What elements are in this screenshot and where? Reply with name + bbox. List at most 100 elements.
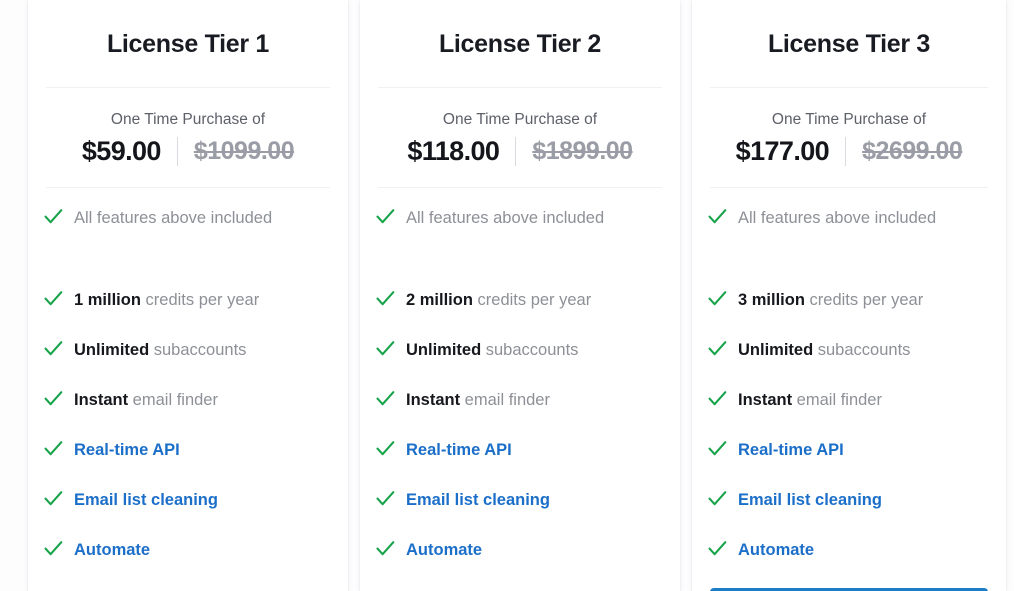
list-item[interactable]: Email list cleaning: [708, 488, 990, 538]
pricing-card: License Tier 2 One Time Purchase of $118.0…: [360, 0, 680, 591]
feature-rest: subaccounts: [149, 340, 247, 359]
list-item: Unlimited subaccounts: [44, 338, 332, 388]
check-icon: [708, 288, 734, 307]
check-icon: [44, 388, 70, 407]
feature-label[interactable]: Email list cleaning: [734, 488, 882, 513]
page-title: License Tier 1: [106, 30, 270, 58]
check-icon: [44, 488, 70, 507]
check-icon: [44, 288, 70, 307]
feature-rest: credits per year: [472, 290, 592, 309]
list-item[interactable]: Automate: [44, 538, 332, 588]
feature-label: Unlimited subaccounts: [70, 338, 246, 363]
feature-rest: Real-time API: [74, 440, 180, 459]
feature-label: 1 million credits per year: [70, 288, 259, 313]
list-item[interactable]: Real-time API: [708, 438, 990, 488]
feature-label[interactable]: Email list cleaning: [402, 488, 550, 513]
pricing-card: License Tier 1 One Time Purchase of $59.00…: [28, 0, 348, 591]
list-item: Instant email finder: [376, 388, 664, 438]
list-item[interactable]: Real-time API: [376, 438, 664, 488]
feature-label: Instant email finder: [734, 388, 882, 413]
feature-lead: Unlimited: [738, 340, 814, 359]
current-price: $177.00: [735, 135, 830, 166]
list-item[interactable]: Email list cleaning: [44, 488, 332, 538]
list-item[interactable]: Automate: [376, 538, 664, 588]
feature-label[interactable]: Automate: [402, 538, 482, 563]
feature-label[interactable]: Real-time API: [734, 438, 844, 463]
feature-lead: 2 million: [406, 290, 473, 309]
feature-lead: Instant: [406, 390, 461, 409]
check-icon: [376, 438, 402, 457]
check-icon: [708, 206, 734, 225]
list-item: All features above included: [708, 206, 990, 288]
feature-list: All features above included 1 million cre…: [28, 188, 348, 591]
check-icon: [376, 388, 402, 407]
feature-rest: subaccounts: [813, 340, 911, 359]
feature-label[interactable]: Automate: [734, 538, 814, 563]
current-price: $118.00: [407, 135, 500, 166]
check-icon: [708, 338, 734, 357]
feature-rest: credits per year: [140, 290, 260, 309]
feature-rest: email finder: [792, 390, 882, 409]
price-block: One Time Purchase of $177.00 $2699.00: [692, 88, 1006, 187]
feature-label: All features above included: [70, 206, 272, 231]
feature-label: 2 million credits per year: [402, 288, 591, 313]
feature-label[interactable]: Real-time API: [70, 438, 180, 463]
list-item[interactable]: Automate: [708, 538, 990, 588]
feature-lead: Instant: [74, 390, 129, 409]
feature-rest: Email list cleaning: [738, 490, 882, 509]
check-icon: [708, 538, 734, 557]
feature-lead: Unlimited: [406, 340, 482, 359]
list-item: All features above included: [376, 206, 664, 288]
feature-label[interactable]: Automate: [70, 538, 150, 563]
feature-list: All features above included 3 million cre…: [692, 188, 1006, 588]
feature-lead: 1 million: [74, 290, 141, 309]
list-item: Instant email finder: [708, 388, 990, 438]
original-price: $2699.00: [862, 136, 963, 165]
feature-rest: All features above included: [406, 208, 605, 227]
check-icon: [44, 338, 70, 357]
price-row: $118.00 $1899.00: [370, 136, 670, 167]
feature-label: Unlimited subaccounts: [402, 338, 578, 363]
original-price: $1099.00: [193, 136, 295, 165]
pricing-card: License Tier 3 One Time Purchase of $177.0…: [692, 0, 1006, 591]
feature-lead: Instant: [738, 390, 793, 409]
check-icon: [708, 388, 734, 407]
list-item[interactable]: Email list cleaning: [376, 488, 664, 538]
check-icon: [376, 338, 402, 357]
check-icon: [376, 488, 402, 507]
feature-rest: Automate: [738, 540, 815, 559]
price-block: One Time Purchase of $118.00 $1899.00: [360, 88, 680, 187]
check-icon: [708, 438, 734, 457]
price-caption: One Time Purchase of: [771, 110, 927, 128]
current-price: $59.00: [81, 135, 162, 166]
pricing-table: License Tier 1 One Time Purchase of $59.00…: [0, 0, 1014, 591]
list-item[interactable]: Real-time API: [44, 438, 332, 488]
check-icon: [376, 206, 402, 225]
feature-label: Instant email finder: [70, 388, 218, 413]
check-icon: [44, 206, 70, 225]
list-item: 2 million credits per year: [376, 288, 664, 338]
feature-label: Unlimited subaccounts: [734, 338, 910, 363]
feature-rest: Automate: [406, 540, 483, 559]
feature-rest: All features above included: [738, 208, 937, 227]
feature-rest: Real-time API: [738, 440, 844, 459]
feature-label[interactable]: Email list cleaning: [70, 488, 218, 513]
check-icon: [376, 288, 402, 307]
feature-label: 3 million credits per year: [734, 288, 923, 313]
page-title: License Tier 2: [438, 30, 602, 58]
feature-rest: subaccounts: [481, 340, 579, 359]
price-caption: One Time Purchase of: [442, 110, 598, 128]
feature-list: All features above included 2 million cre…: [360, 188, 680, 591]
list-item: All features above included: [44, 206, 332, 288]
feature-label: Instant email finder: [402, 388, 550, 413]
feature-label[interactable]: Real-time API: [402, 438, 512, 463]
check-icon: [376, 538, 402, 557]
list-item: Unlimited subaccounts: [708, 338, 990, 388]
feature-rest: Email list cleaning: [406, 490, 550, 509]
feature-label: All features above included: [734, 206, 936, 231]
price-block: One Time Purchase of $59.00 $1099.00: [28, 88, 348, 187]
feature-rest: All features above included: [74, 208, 273, 227]
check-icon: [708, 488, 734, 507]
price-row: $177.00 $2699.00: [702, 136, 996, 167]
list-item: 3 million credits per year: [708, 288, 990, 338]
